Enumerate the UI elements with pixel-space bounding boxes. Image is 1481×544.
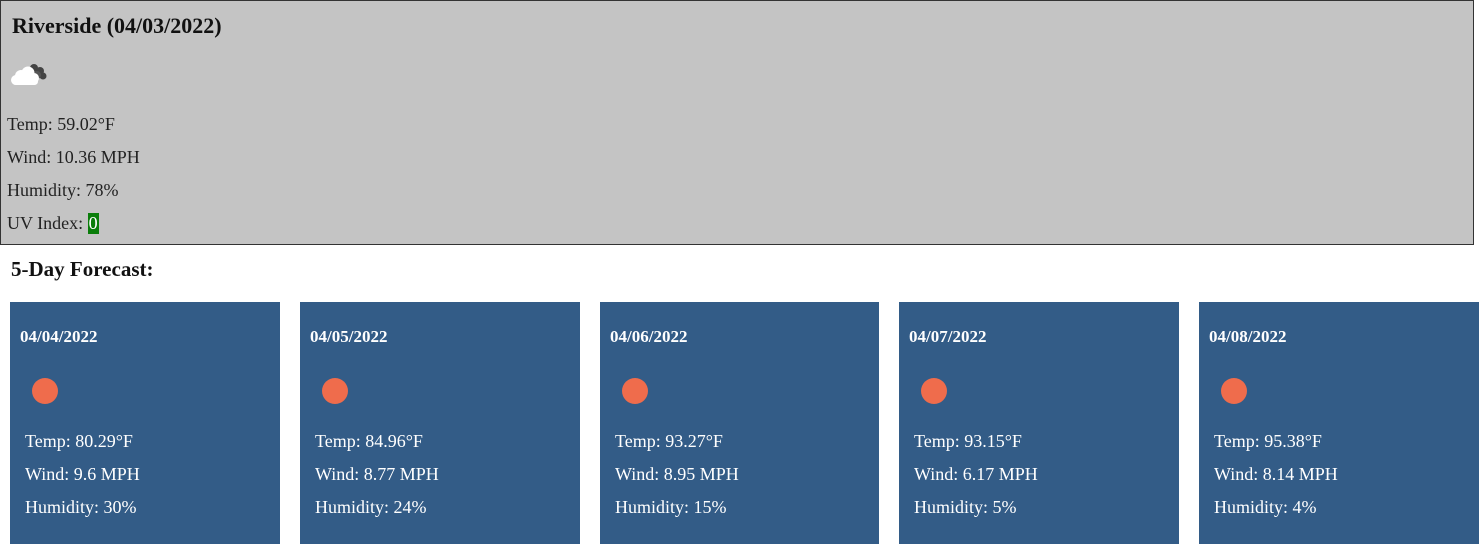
forecast-temp: Temp: 80.29°F [25,431,133,451]
forecast-humidity: Humidity: 24% [315,497,427,517]
forecast-wind: Wind: 9.6 MPH [25,464,140,484]
forecast-wind: Wind: 6.17 MPH [914,464,1038,484]
forecast-humidity: Humidity: 30% [25,497,137,517]
current-uv-index: UV Index: 0 [7,212,99,234]
forecast-date: 04/06/2022 [610,327,688,346]
forecast-wind: Wind: 8.14 MPH [1214,464,1338,484]
forecast-wind: Wind: 8.77 MPH [315,464,439,484]
forecast-date: 04/08/2022 [1209,327,1287,346]
current-humidity: Humidity: 78% [7,180,119,200]
forecast-temp: Temp: 84.96°F [315,431,423,451]
forecast-card: 04/08/2022 Temp: 95.38°F Wind: 8.14 MPH … [1199,302,1479,544]
uv-index-badge: 0 [87,213,99,234]
forecast-temp: Temp: 93.27°F [615,431,723,451]
city-date-title: Riverside (04/03/2022) [12,13,222,38]
forecast-date: 04/04/2022 [20,327,98,346]
forecast-date: 04/05/2022 [310,327,388,346]
sun-icon [1221,378,1247,404]
current-weather-panel: Riverside (04/03/2022) Temp: 59.02°F Win… [0,0,1474,245]
forecast-card: 04/07/2022 Temp: 93.15°F Wind: 6.17 MPH … [899,302,1179,544]
current-wind: Wind: 10.36 MPH [7,147,140,167]
cloudy-icon [11,64,47,85]
forecast-humidity: Humidity: 4% [1214,497,1317,517]
sun-icon [322,378,348,404]
forecast-humidity: Humidity: 15% [615,497,727,517]
current-temp: Temp: 59.02°F [7,114,115,134]
forecast-date: 04/07/2022 [909,327,987,346]
forecast-card: 04/05/2022 Temp: 84.96°F Wind: 8.77 MPH … [300,302,580,544]
forecast-wind: Wind: 8.95 MPH [615,464,739,484]
forecast-temp: Temp: 95.38°F [1214,431,1322,451]
sun-icon [921,378,947,404]
forecast-humidity: Humidity: 5% [914,497,1017,517]
forecast-temp: Temp: 93.15°F [914,431,1022,451]
sun-icon [32,378,58,404]
forecast-card: 04/04/2022 Temp: 80.29°F Wind: 9.6 MPH H… [10,302,280,544]
forecast-heading: 5-Day Forecast: [11,257,154,281]
sun-icon [622,378,648,404]
uv-index-label: UV Index: [7,213,88,233]
forecast-card: 04/06/2022 Temp: 93.27°F Wind: 8.95 MPH … [600,302,879,544]
